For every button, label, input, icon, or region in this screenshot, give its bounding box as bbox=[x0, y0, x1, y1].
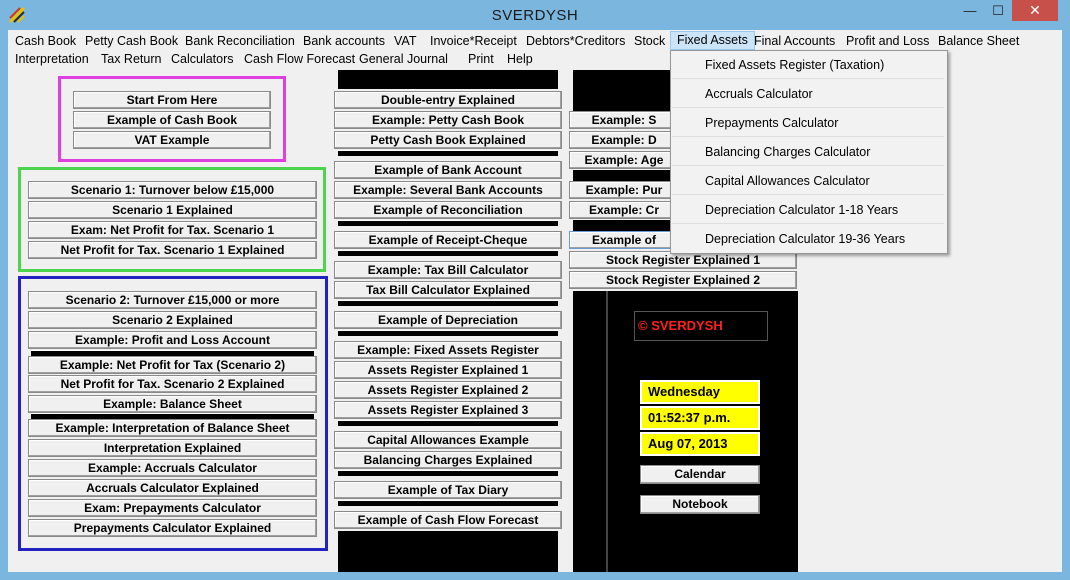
brand-label: © SVERDYSH bbox=[638, 318, 723, 333]
menu-general-journal[interactable]: General Journal bbox=[359, 50, 448, 69]
fixed-assets-dropdown: Fixed Assets Register (Taxation) Accrual… bbox=[670, 50, 948, 254]
accruals-calculator-explained-button[interactable]: Accruals Calculator Explained bbox=[28, 479, 317, 497]
menu-stock[interactable]: Stock bbox=[634, 32, 665, 51]
separator bbox=[338, 150, 558, 156]
assets-register-explained-2-button[interactable]: Assets Register Explained 2 bbox=[334, 381, 562, 399]
menu-debtors-creditors[interactable]: Debtors*Creditors bbox=[526, 32, 625, 51]
double-entry-explained-button[interactable]: Double-entry Explained bbox=[334, 91, 562, 109]
example-receipt-cheque-button[interactable]: Example of Receipt-Cheque bbox=[334, 231, 562, 249]
separator bbox=[338, 330, 558, 336]
example-several-bank-accounts-button[interactable]: Example: Several Bank Accounts bbox=[334, 181, 562, 199]
window-bottom-border bbox=[0, 572, 1070, 580]
example-net-profit-s2-button[interactable]: Example: Net Profit for Tax (Scenario 2) bbox=[28, 356, 317, 374]
example-interpretation-button[interactable]: Example: Interpretation of Balance Sheet bbox=[28, 419, 317, 437]
assets-register-explained-1-button[interactable]: Assets Register Explained 1 bbox=[334, 361, 562, 379]
dropdown-item-fixed-assets-register[interactable]: Fixed Assets Register (Taxation) bbox=[672, 51, 944, 79]
dropdown-item-accruals-calculator[interactable]: Accruals Calculator bbox=[672, 80, 944, 108]
dropdown-item-prepayments-calculator[interactable]: Prepayments Calculator bbox=[672, 109, 944, 137]
example-s-button[interactable]: Example: S bbox=[569, 111, 679, 129]
minimize-button[interactable]: — bbox=[956, 0, 984, 21]
capital-allowances-example-button[interactable]: Capital Allowances Example bbox=[334, 431, 562, 449]
menu-fixed-assets[interactable]: Fixed Assets bbox=[670, 31, 755, 50]
menu-bank-accounts[interactable]: Bank accounts bbox=[303, 32, 385, 51]
menu-vat[interactable]: VAT bbox=[394, 32, 416, 51]
maximize-button[interactable]: ☐ bbox=[984, 0, 1012, 21]
example-pur-button[interactable]: Example: Pur bbox=[569, 181, 679, 199]
example-accruals-calculator-button[interactable]: Example: Accruals Calculator bbox=[28, 459, 317, 477]
assets-register-explained-3-button[interactable]: Assets Register Explained 3 bbox=[334, 401, 562, 419]
example-tax-bill-calculator-button[interactable]: Example: Tax Bill Calculator bbox=[334, 261, 562, 279]
separator bbox=[338, 300, 558, 306]
separator bbox=[338, 470, 558, 476]
example-balance-sheet-button[interactable]: Example: Balance Sheet bbox=[28, 395, 317, 413]
menu-petty-cash-book[interactable]: Petty Cash Book bbox=[85, 32, 178, 51]
menu-interpretation[interactable]: Interpretation bbox=[15, 50, 89, 69]
menu-calculators[interactable]: Calculators bbox=[171, 50, 234, 69]
tax-bill-calculator-explained-button[interactable]: Tax Bill Calculator Explained bbox=[334, 281, 562, 299]
exam-prepayments-calculator-button[interactable]: Exam: Prepayments Calculator bbox=[28, 499, 317, 517]
day-display: Wednesday bbox=[639, 379, 761, 405]
scenario1-explained-button[interactable]: Scenario 1 Explained bbox=[28, 201, 317, 219]
menu-final-accounts[interactable]: Final Accounts bbox=[754, 32, 835, 51]
example-bank-account-button[interactable]: Example of Bank Account bbox=[334, 161, 562, 179]
window-title: SVERDYSH bbox=[491, 7, 579, 24]
title-bar[interactable]: SVERDYSH — ☐ ✕ bbox=[0, 0, 1070, 30]
example-petty-cash-book-button[interactable]: Example: Petty Cash Book bbox=[334, 111, 562, 129]
prepayments-calculator-explained-button[interactable]: Prepayments Calculator Explained bbox=[28, 519, 317, 537]
scenario2-button[interactable]: Scenario 2: Turnover £15,000 or more bbox=[28, 291, 317, 309]
separator bbox=[338, 250, 558, 256]
time-display: 01:52:37 p.m. bbox=[639, 405, 761, 431]
stock-register-explained-2-button[interactable]: Stock Register Explained 2 bbox=[569, 271, 797, 289]
net-profit-s2-explained-button[interactable]: Net Profit for Tax. Scenario 2 Explained bbox=[28, 375, 317, 393]
notebook-button[interactable]: Notebook bbox=[640, 495, 760, 514]
example-profit-loss-button[interactable]: Example: Profit and Loss Account bbox=[28, 331, 317, 349]
example-of-button[interactable]: Example of bbox=[569, 231, 679, 249]
balancing-charges-explained-button[interactable]: Balancing Charges Explained bbox=[334, 451, 562, 469]
separator bbox=[338, 220, 558, 226]
app-window: SVERDYSH — ☐ ✕ Cash Book Petty Cash Book… bbox=[0, 0, 1070, 580]
interpretation-explained-button[interactable]: Interpretation Explained bbox=[28, 439, 317, 457]
dropdown-item-balancing-charges-calculator[interactable]: Balancing Charges Calculator bbox=[672, 138, 944, 166]
menu-balance-sheet[interactable]: Balance Sheet bbox=[938, 32, 1019, 51]
calendar-button[interactable]: Calendar bbox=[640, 465, 760, 484]
menu-tax-return[interactable]: Tax Return bbox=[101, 50, 161, 69]
vat-example-button[interactable]: VAT Example bbox=[73, 131, 271, 149]
net-profit-s1-explained-button[interactable]: Net Profit for Tax. Scenario 1 Explained bbox=[28, 241, 317, 259]
example-fixed-assets-register-button[interactable]: Example: Fixed Assets Register bbox=[334, 341, 562, 359]
col2-black-header bbox=[338, 70, 558, 89]
menu-profit-and-loss[interactable]: Profit and Loss bbox=[846, 32, 929, 51]
dropdown-item-depreciation-1-18[interactable]: Depreciation Calculator 1-18 Years bbox=[672, 196, 944, 224]
example-reconciliation-button[interactable]: Example of Reconciliation bbox=[334, 201, 562, 219]
example-cash-book-button[interactable]: Example of Cash Book bbox=[73, 111, 271, 129]
separator bbox=[338, 420, 558, 426]
panel-line bbox=[606, 291, 608, 572]
example-tax-diary-button[interactable]: Example of Tax Diary bbox=[334, 481, 562, 499]
dropdown-item-capital-allowances-calculator[interactable]: Capital Allowances Calculator bbox=[672, 167, 944, 195]
example-d-button[interactable]: Example: D bbox=[569, 131, 679, 149]
example-depreciation-button[interactable]: Example of Depreciation bbox=[334, 311, 562, 329]
exam-net-profit-s1-button[interactable]: Exam: Net Profit for Tax. Scenario 1 bbox=[28, 221, 317, 239]
menu-cash-book[interactable]: Cash Book bbox=[15, 32, 76, 51]
scenario2-explained-button[interactable]: Scenario 2 Explained bbox=[28, 311, 317, 329]
close-button[interactable]: ✕ bbox=[1012, 0, 1058, 21]
menu-cash-flow-forecast[interactable]: Cash Flow Forecast bbox=[244, 50, 355, 69]
col2-black-footer bbox=[338, 531, 558, 572]
example-age-button[interactable]: Example: Age bbox=[569, 151, 679, 169]
petty-cash-book-explained-button[interactable]: Petty Cash Book Explained bbox=[334, 131, 562, 149]
dropdown-item-depreciation-19-36[interactable]: Depreciation Calculator 19-36 Years bbox=[672, 225, 944, 253]
menu-print[interactable]: Print bbox=[468, 50, 494, 69]
menu-help[interactable]: Help bbox=[507, 50, 533, 69]
menu-bank-reconciliation[interactable]: Bank Reconciliation bbox=[185, 32, 295, 51]
separator bbox=[338, 500, 558, 506]
example-cash-flow-forecast-button[interactable]: Example of Cash Flow Forecast bbox=[334, 511, 562, 529]
example-cr-button[interactable]: Example: Cr bbox=[569, 201, 679, 219]
scenario1-button[interactable]: Scenario 1: Turnover below £15,000 bbox=[28, 181, 317, 199]
menu-invoice-receipt[interactable]: Invoice*Receipt bbox=[430, 32, 517, 51]
start-from-here-button[interactable]: Start From Here bbox=[73, 91, 271, 109]
date-display: Aug 07, 2013 bbox=[639, 431, 761, 457]
